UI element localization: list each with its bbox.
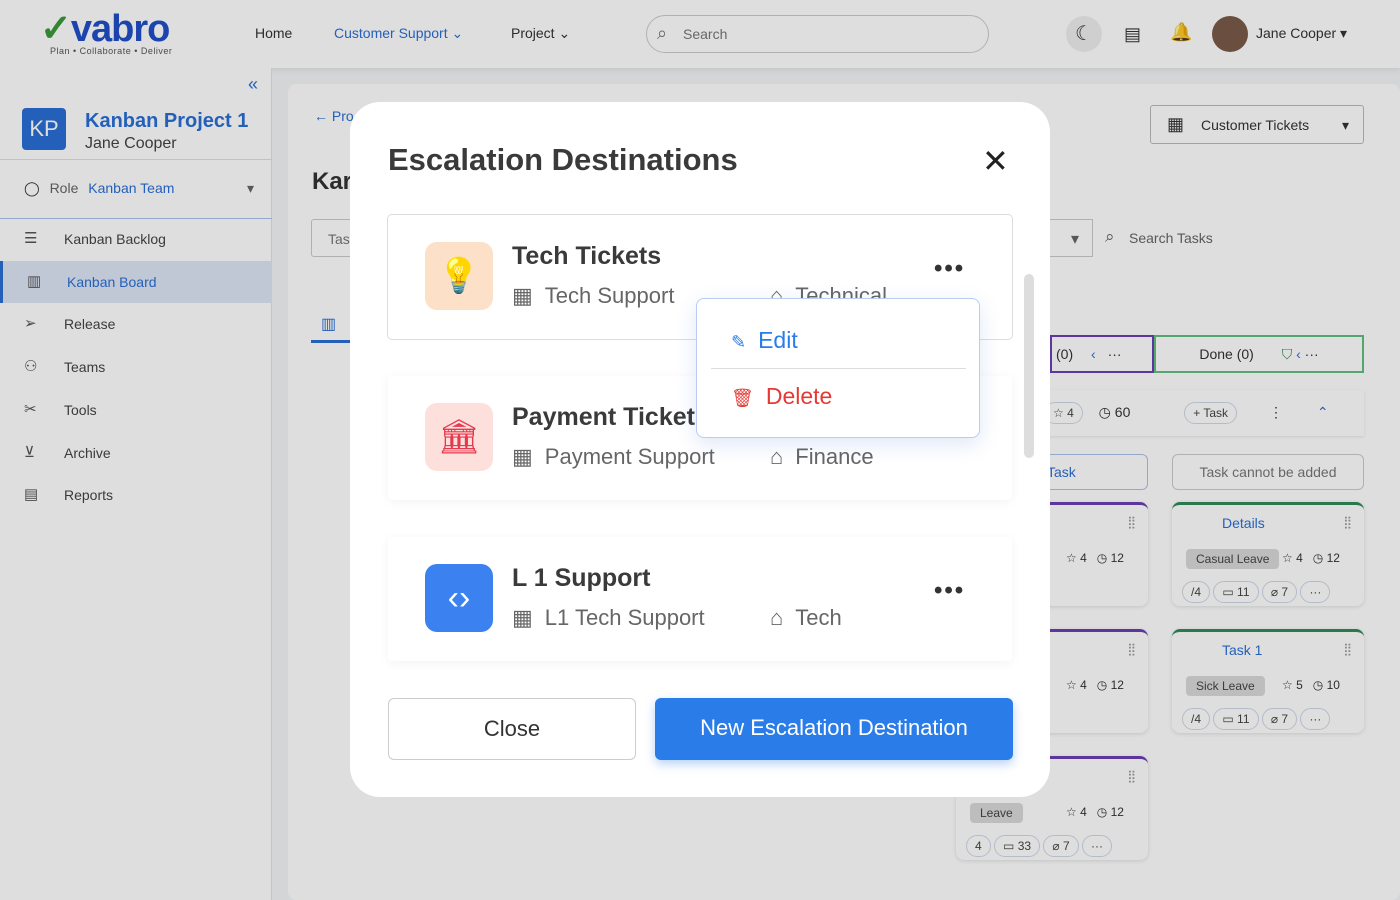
destination-name: L 1 Support <box>512 564 651 592</box>
close-button[interactable]: Close <box>388 698 636 760</box>
layout-icon: ▦ <box>512 444 533 469</box>
lightbulb-icon: 💡 <box>425 242 493 310</box>
context-menu: ✎ Edit 🗑 Delete <box>696 298 980 438</box>
destination-support: ▦ L1 Tech Support <box>512 605 705 630</box>
close-icon[interactable]: ✕ <box>982 142 1009 180</box>
destination-support: ▦ Payment Support <box>512 444 715 469</box>
trash-icon: 🗑 <box>731 388 754 408</box>
layout-icon: ▦ <box>512 283 533 308</box>
destination-support: ▦ Tech Support <box>512 283 675 308</box>
home-icon: ⌂ <box>770 605 784 630</box>
home-icon: ⌂ <box>770 444 784 469</box>
destination-item: ‹› L 1 Support ▦ L1 Tech Support ⌂ Tech ••… <box>388 537 1012 661</box>
new-escalation-destination-button[interactable]: New Escalation Destination <box>655 698 1013 760</box>
layout-icon: ▦ <box>512 605 533 630</box>
destination-category: ⌂ Finance <box>770 444 874 469</box>
more-options-icon[interactable]: ••• <box>934 577 965 605</box>
edit-icon: ✎ <box>731 332 747 352</box>
menu-item-delete[interactable]: 🗑 Delete <box>731 383 832 410</box>
code-icon: ‹› <box>425 564 493 632</box>
bank-icon: 🏛 <box>425 403 493 471</box>
scrollbar[interactable] <box>1024 274 1034 458</box>
modal-title: Escalation Destinations <box>388 142 738 177</box>
menu-item-edit[interactable]: ✎ Edit <box>731 327 798 354</box>
destination-name: Payment Tickets <box>512 403 709 431</box>
more-options-icon[interactable]: ••• <box>934 255 965 283</box>
destination-name: Tech Tickets <box>512 242 662 270</box>
escalation-modal: Escalation Destinations ✕ 💡 Tech Tickets… <box>350 102 1050 797</box>
destination-category: ⌂ Tech <box>770 605 842 630</box>
